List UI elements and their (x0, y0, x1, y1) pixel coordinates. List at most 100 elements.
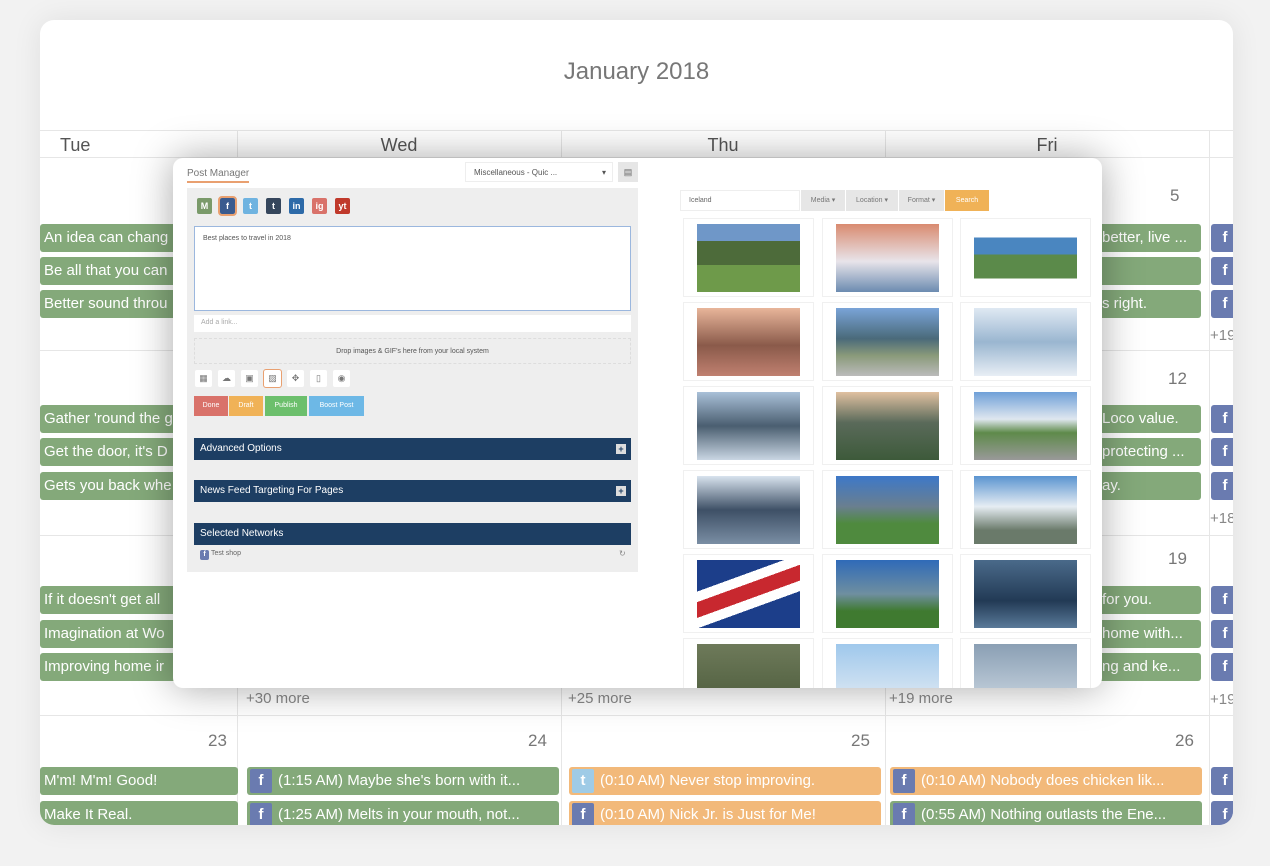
image-thumbnail[interactable] (683, 302, 814, 381)
image-drop-zone[interactable]: Drop images & GIF's here from your local… (194, 338, 631, 364)
weekday-header: Tue Wed Thu Fri (40, 130, 1233, 158)
event[interactable]: f (0:10 AM) Nick Jr. is Just for Me! (569, 801, 881, 825)
facebook-icon: f (1214, 474, 1233, 498)
event[interactable]: Make It Real. (40, 801, 238, 825)
event[interactable]: t (0:10 AM) Never stop improving. (569, 767, 881, 795)
event[interactable]: f (1:15 AM) Maybe she's born with it... (247, 767, 559, 795)
format-dropdown[interactable]: Format ▾ (899, 190, 944, 211)
selected-networks-header: Selected Networks (194, 523, 631, 545)
event[interactable]: f (1211, 224, 1233, 252)
publish-button[interactable]: Publish (265, 396, 307, 416)
date-26[interactable]: 26 (1175, 731, 1194, 751)
landscape-image (974, 223, 1077, 292)
event[interactable]: f (1211, 438, 1233, 466)
calendar-icon[interactable]: ▤ (618, 162, 638, 182)
image-icon[interactable]: ▨ (263, 369, 282, 388)
landscape-image (836, 223, 939, 292)
event[interactable]: f (0:10 AM) Nobody does chicken lik... (890, 767, 1202, 795)
image-thumbnail[interactable] (822, 470, 953, 549)
image-thumbnail[interactable] (822, 638, 953, 688)
more-link[interactable]: +19 more (889, 690, 953, 707)
landscape-image (697, 307, 800, 376)
image-thumbnail[interactable] (822, 218, 953, 297)
more-link[interactable]: +30 more (246, 690, 310, 707)
tab-post-manager[interactable]: Post Manager (187, 168, 250, 183)
move-icon[interactable]: ✥ (287, 370, 304, 387)
event[interactable]: f (1211, 620, 1233, 648)
media-dropdown[interactable]: Media ▾ (801, 190, 845, 211)
image-thumbnail[interactable] (683, 470, 814, 549)
more-link[interactable]: +19 (1210, 691, 1233, 708)
event[interactable]: f (1211, 257, 1233, 285)
image-thumbnail[interactable] (960, 302, 1091, 381)
twitter-icon[interactable]: t (243, 198, 258, 214)
image-thumbnail[interactable] (960, 638, 1091, 688)
cloud-icon[interactable]: ☁ (218, 370, 235, 387)
landscape-image (974, 475, 1077, 544)
linkedin-icon[interactable]: in (289, 198, 304, 214)
briefcase-icon[interactable]: ▣ (241, 370, 258, 387)
boost-post-button[interactable]: Boost Post (309, 396, 364, 416)
more-link[interactable]: +25 more (568, 690, 632, 707)
calendar-icon[interactable]: ▦ (195, 370, 212, 387)
compose-panel: M f t t in ig yt Best places to travel i… (187, 188, 638, 572)
selected-network-item[interactable]: f Test shop (200, 550, 241, 560)
image-thumbnail[interactable] (822, 302, 953, 381)
draft-button[interactable]: Draft (229, 396, 263, 416)
search-button[interactable]: Search (945, 190, 989, 211)
media-search-input[interactable]: Iceland (680, 190, 800, 211)
category-select[interactable]: Miscellaneous - Quic ... ▾ (465, 162, 613, 182)
weekday-thu: Thu (707, 135, 739, 155)
plus-icon[interactable]: + (616, 486, 626, 496)
twitter-icon: t (572, 769, 594, 793)
done-button[interactable]: Done (194, 396, 228, 416)
event[interactable]: M'm! M'm! Good! (40, 767, 238, 795)
landscape-image (836, 391, 939, 460)
landscape-image (697, 643, 800, 688)
event[interactable]: f (0:55 AM) Nothing outlasts the Ene... (890, 801, 1202, 825)
image-thumbnail[interactable] (822, 554, 953, 633)
advanced-options-header[interactable]: Advanced Options + (194, 438, 631, 460)
image-thumbnail[interactable] (960, 470, 1091, 549)
event[interactable]: f (1211, 653, 1233, 681)
tumblr-icon[interactable]: t (266, 198, 281, 214)
eye-icon[interactable]: ◉ (333, 370, 350, 387)
image-thumbnail[interactable] (822, 386, 953, 465)
date-25[interactable]: 25 (851, 731, 870, 751)
image-thumbnail[interactable] (683, 554, 814, 633)
image-thumbnail[interactable] (683, 638, 814, 688)
post-text-input[interactable]: Best places to travel in 2018 (194, 226, 631, 311)
image-thumbnail[interactable] (960, 218, 1091, 297)
date-24[interactable]: 24 (528, 731, 547, 751)
facebook-icon: f (893, 803, 915, 825)
event[interactable]: f (1211, 767, 1233, 795)
more-link[interactable]: +18 (1210, 510, 1233, 527)
date-23[interactable]: 23 (208, 731, 227, 751)
weekday-wed: Wed (380, 135, 418, 155)
event[interactable]: f (1211, 472, 1233, 500)
crop-icon[interactable]: ▯ (310, 370, 327, 387)
link-input[interactable]: Add a link... (194, 315, 631, 332)
event[interactable]: f (1211, 586, 1233, 614)
event[interactable]: f (1:25 AM) Melts in your mouth, not... (247, 801, 559, 825)
event[interactable]: f (1211, 290, 1233, 318)
news-feed-targeting-header[interactable]: News Feed Targeting For Pages + (194, 480, 631, 502)
refresh-icon[interactable]: ↻ (619, 549, 626, 558)
date-19[interactable]: 19 (1168, 549, 1187, 569)
location-dropdown[interactable]: Location ▾ (846, 190, 898, 211)
facebook-icon: f (1214, 440, 1233, 464)
image-thumbnail[interactable] (683, 218, 814, 297)
youtube-icon[interactable]: yt (335, 198, 350, 214)
event[interactable]: f (1211, 405, 1233, 433)
more-link[interactable]: +19 (1210, 327, 1233, 344)
image-thumbnail[interactable] (960, 386, 1091, 465)
facebook-icon[interactable]: f (218, 196, 237, 216)
network-icon-m[interactable]: M (197, 198, 212, 214)
instagram-icon[interactable]: ig (312, 198, 327, 214)
image-thumbnail[interactable] (683, 386, 814, 465)
image-thumbnail[interactable] (960, 554, 1091, 633)
event[interactable]: f (1211, 801, 1233, 825)
date-5[interactable]: 5 (1170, 186, 1179, 206)
plus-icon[interactable]: + (616, 444, 626, 454)
date-12[interactable]: 12 (1168, 369, 1187, 389)
